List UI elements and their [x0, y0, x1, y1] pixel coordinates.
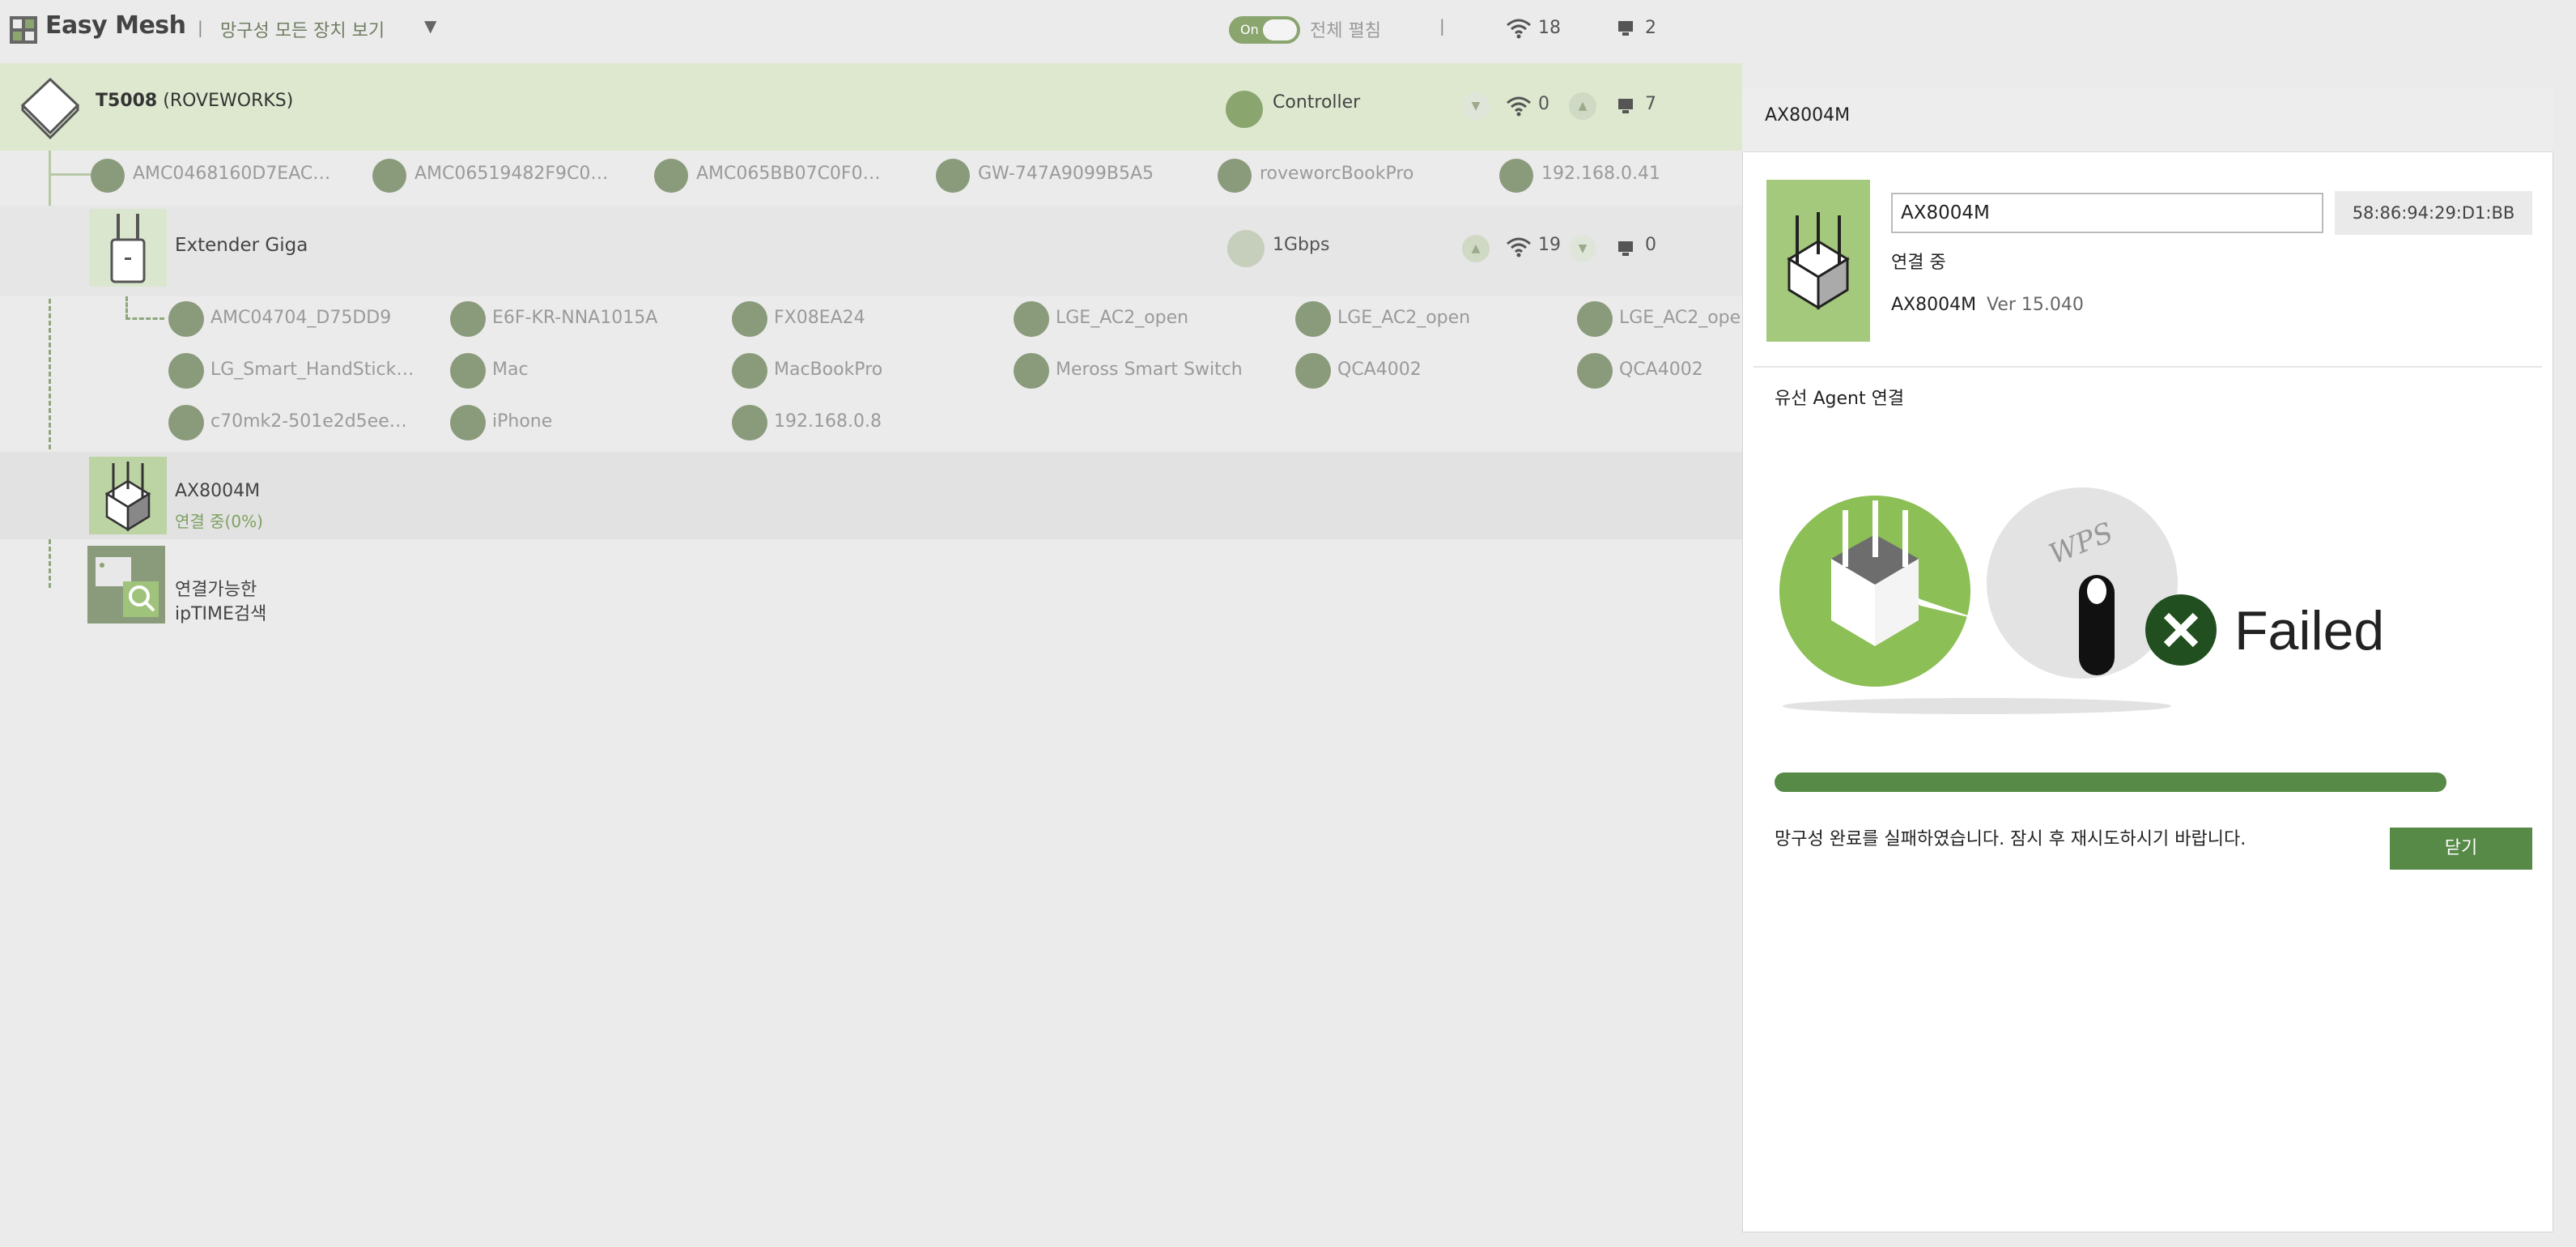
total-wifi-count: 18 — [1538, 18, 1561, 38]
wifi-client-icon — [1014, 301, 1049, 337]
client-item[interactable]: GW-747A9099B5A5 — [978, 164, 1154, 184]
wired-link-icon — [1227, 230, 1265, 267]
chevron-down-icon[interactable]: ▼ — [1462, 92, 1490, 120]
client-item[interactable]: iPhone — [492, 411, 552, 432]
search-device-icon[interactable] — [87, 546, 165, 624]
lan-icon — [1618, 241, 1633, 256]
client-item[interactable]: 192.168.0.41 — [1541, 164, 1660, 184]
failure-message: 망구성 완료를 실패하였습니다. 잠시 후 재시도하시기 바랍니다. — [1775, 829, 2247, 849]
wifi-client-icon — [1014, 353, 1049, 389]
wifi-client-icon — [168, 301, 204, 337]
search-label[interactable]: 연결가능한 — [175, 575, 257, 601]
title-separator: | — [198, 18, 203, 37]
agent-name[interactable]: AX8004M — [175, 481, 260, 501]
wifi-client-icon — [732, 301, 767, 337]
close-button[interactable]: 닫기 — [2390, 828, 2532, 870]
wifi-client-icon — [732, 405, 767, 440]
section-title: 유선 Agent 연결 — [1775, 389, 1905, 409]
view-select[interactable]: 망구성 모든 장치 보기 — [220, 16, 385, 42]
extender-name[interactable]: Extender Giga — [175, 235, 308, 256]
chevron-down-icon[interactable]: ▼ — [424, 16, 436, 36]
top-separator: | — [1439, 16, 1445, 36]
device-name-input[interactable] — [1891, 193, 2323, 233]
agent-device-icon — [89, 457, 167, 534]
panel-header — [1742, 89, 2553, 152]
chevron-down-icon[interactable]: ▼ — [1569, 235, 1596, 262]
connection-state: 연결 중 — [1891, 253, 1946, 273]
wifi-client-icon — [168, 353, 204, 389]
app-title: Easy Mesh — [45, 11, 186, 40]
lan-icon — [1618, 21, 1633, 36]
client-item[interactable]: AMC06519482F9C0… — [414, 164, 608, 184]
extender-link-speed: 1Gbps — [1273, 235, 1330, 255]
client-item[interactable]: FX08EA24 — [774, 308, 865, 328]
mac-address: 58:86:94:29:D1:BB — [2335, 191, 2532, 235]
divider — [1753, 366, 2542, 368]
client-item[interactable]: AMC04704_D75DD9 — [210, 308, 391, 328]
mesh-logo-icon — [10, 16, 37, 44]
client-item[interactable]: Mac — [492, 360, 529, 380]
wifi-icon — [1507, 237, 1531, 257]
model-name: AX8004M — [1891, 295, 1977, 315]
wifi-client-icon — [168, 405, 204, 440]
client-item[interactable]: Meross Smart Switch — [1056, 360, 1243, 380]
search-label[interactable]: ipTIME검색 — [175, 599, 266, 625]
toggle-knob[interactable] — [1263, 19, 1297, 40]
controller-lan-count: 7 — [1645, 94, 1656, 114]
wifi-client-icon — [450, 353, 486, 389]
client-item[interactable]: LGE_AC2_open — [1619, 308, 1752, 328]
extender-icon — [89, 209, 167, 287]
wifi-icon — [1507, 96, 1531, 117]
client-item[interactable]: E6F-KR-NNA1015A — [492, 308, 657, 328]
firmware-version: Ver 15.040 — [1987, 295, 2084, 315]
toggle-state-label: On — [1240, 22, 1259, 37]
wifi-client-icon — [1295, 301, 1331, 337]
pc-icon — [1218, 159, 1252, 193]
chevron-up-icon[interactable]: ▲ — [1569, 92, 1596, 120]
extender-clients: AMC04704_D75DD9 E6F-KR-NNA1015A FX08EA24… — [0, 296, 1752, 452]
panel-title: AX8004M — [1765, 105, 1851, 126]
wps-failed-illustration: WPS Failed — [1779, 487, 2384, 714]
client-item[interactable]: AMC0468160D7EAC… — [133, 164, 330, 184]
total-lan-count: 2 — [1645, 18, 1656, 38]
client-item[interactable]: LG_Smart_HandStick… — [210, 360, 414, 380]
failed-text: Failed — [2234, 600, 2384, 662]
extender-lan-count: 0 — [1645, 235, 1656, 255]
pc-icon — [654, 159, 688, 193]
pc-icon — [1499, 159, 1533, 193]
client-item[interactable]: AMC065BB07C0F0… — [696, 164, 881, 184]
router-icon — [20, 77, 80, 139]
controller-clients: AMC0468160D7EAC… AMC06519482F9C0… AMC065… — [0, 151, 1742, 206]
progress-bar — [1775, 772, 2446, 792]
client-item[interactable]: QCA4002 — [1619, 360, 1703, 380]
client-item[interactable]: MacBookPro — [774, 360, 882, 380]
wifi-client-icon — [1295, 353, 1331, 389]
pc-icon — [936, 159, 970, 193]
wifi-client-icon — [450, 301, 486, 337]
client-item[interactable]: roveworcBookPro — [1260, 164, 1413, 184]
lan-icon — [1618, 99, 1633, 113]
chevron-up-icon[interactable]: ▲ — [1462, 235, 1490, 262]
client-item[interactable]: LGE_AC2_open — [1337, 308, 1470, 328]
wifi-client-icon — [1577, 353, 1613, 389]
pc-icon — [91, 159, 125, 193]
wifi-client-icon — [732, 353, 767, 389]
pc-icon — [372, 159, 406, 193]
device-thumbnail-icon — [1766, 180, 1870, 342]
controller-role-icon — [1226, 91, 1263, 128]
client-item[interactable]: LGE_AC2_open — [1056, 308, 1188, 328]
expand-all-label: 전체 펼침 — [1310, 21, 1381, 41]
agent-status: 연결 중(0%) — [175, 512, 263, 531]
extender-wifi-count: 19 — [1538, 235, 1561, 255]
wifi-icon — [1507, 19, 1531, 39]
controller-name[interactable]: T5008 (ROVEWORKS) — [96, 91, 293, 111]
wifi-client-icon — [1577, 301, 1613, 337]
client-item[interactable]: c70mk2-501e2d5ee… — [210, 411, 407, 432]
controller-wifi-count: 0 — [1538, 94, 1549, 114]
controller-role: Controller — [1273, 92, 1361, 113]
client-item[interactable]: 192.168.0.8 — [774, 411, 882, 432]
client-item[interactable]: QCA4002 — [1337, 360, 1422, 380]
wifi-client-icon — [450, 405, 486, 440]
